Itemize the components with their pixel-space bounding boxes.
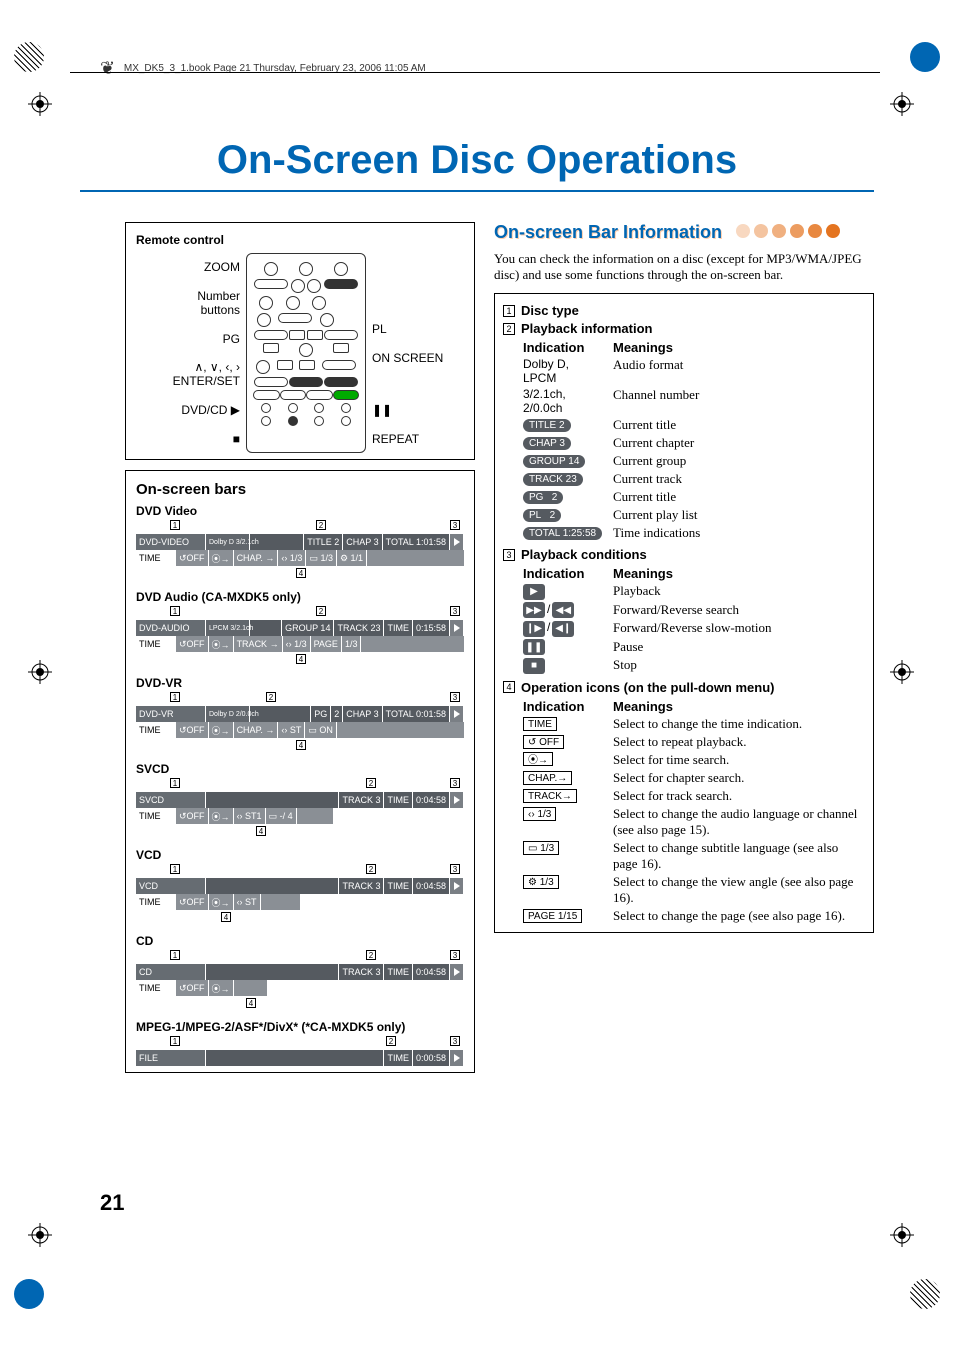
bar-file-title: MPEG-1/MPEG-2/ASF*/DivX* (*CA-MXDK5 only… [136, 1020, 464, 1034]
table-playback-conditions: ▶Playback ▶▶/◀◀Forward/Reverse search❙▶/◀… [503, 583, 865, 674]
enter-set-label: ENTER/SET [173, 374, 240, 388]
table-row: GROUP 14Current group [503, 453, 865, 469]
header-rule [70, 72, 880, 73]
arrows-label: ∧, ∨, ‹, › [194, 360, 240, 374]
corner-hatch-tr [910, 42, 940, 72]
corner-hatch-br [910, 1279, 940, 1309]
number-buttons-label-2: buttons [201, 303, 240, 317]
table-row: ↺ OFFSelect to repeat playback. [503, 734, 865, 750]
table-row: Dolby D,LPCMAudio format [503, 357, 865, 385]
table-row: ‹› 1/3Select to change the audio languag… [503, 806, 865, 838]
remote-right-callouts: PL ON SCREEN ❚❚ REPEAT [366, 253, 443, 453]
table-row: 3/2.1ch,2/0.0chChannel number [503, 387, 865, 415]
repeat-label: REPEAT [372, 432, 419, 446]
table-row: ❚❚Pause [503, 639, 865, 656]
remote-diagram [246, 253, 366, 453]
registration-mark-right [890, 660, 926, 696]
section-heading-bar-info: On-screen Bar Information [494, 222, 874, 243]
page-number: 21 [100, 1190, 124, 1216]
remote-control-panel: Remote control ZOOM Number buttons PG ∧,… [125, 222, 475, 460]
heading-dots [732, 222, 840, 243]
sec-num-2: 2 [503, 323, 515, 335]
sec2-title: Playback information [521, 321, 652, 336]
table-row: TITLE 2Current title [503, 417, 865, 433]
bar-dvd-vr-title: DVD-VR [136, 676, 464, 690]
col-meanings-4: Meanings [613, 699, 865, 714]
bar-svcd-title: SVCD [136, 762, 464, 776]
table-row: ■Stop [503, 657, 865, 674]
on-screen-bars-panel: On-screen bars DVD Video 123 DVD-VIDEO D… [125, 470, 475, 1073]
corner-hatch-tl [14, 42, 44, 72]
table-row: ▶▶/◀◀Forward/Reverse search [503, 602, 865, 619]
zoom-label: ZOOM [204, 260, 240, 274]
table-playback-info: Dolby D,LPCMAudio format3/2.1ch,2/0.0chC… [503, 357, 865, 541]
col-indication-4: Indication [503, 699, 613, 714]
dvd-cd-label: DVD/CD ▶ [181, 403, 240, 417]
table-row: ▭ 1/3Select to change subtitle language … [503, 840, 865, 872]
col-indication: Indication [503, 340, 613, 355]
table-row: TRACK→Select for track search. [503, 788, 865, 804]
book-page-header: ❦ MX_DK5_3_1.book Page 21 Thursday, Febr… [100, 58, 426, 79]
table-row: ❙▶/◀❙Forward/Reverse slow-motion [503, 620, 865, 637]
bar-cd-title: CD [136, 934, 464, 948]
page-title: On-Screen Disc Operations [0, 138, 954, 183]
table-row: ⦿→Select for time search. [503, 752, 865, 768]
sec-num-3: 3 [503, 549, 515, 561]
col-indication-3: Indication [503, 566, 613, 581]
bar-file: MPEG-1/MPEG-2/ASF*/DivX* (*CA-MXDK5 only… [136, 1020, 464, 1066]
table-row: PG 2Current title [503, 489, 865, 505]
sec4-title: Operation icons (on the pull-down menu) [521, 680, 775, 695]
table-row: PL 2Current play list [503, 507, 865, 523]
table-operation-icons: TIMESelect to change the time indication… [503, 716, 865, 924]
col-meanings: Meanings [613, 340, 865, 355]
sec1-title: Disc type [521, 303, 579, 318]
sec3-title: Playback conditions [521, 547, 647, 562]
remote-left-callouts: ZOOM Number buttons PG ∧, ∨, ‹, › ENTER/… [136, 253, 246, 453]
bar-dvd-video: DVD Video 123 DVD-VIDEO Dolby D 3/2.1ch … [136, 504, 464, 580]
table-row: CHAP 3Current chapter [503, 435, 865, 451]
number-buttons-label-1: Number [197, 289, 240, 303]
table-row: CHAP.→Select for chapter search. [503, 770, 865, 786]
bar-dvd-audio-title: DVD Audio (CA-MXDK5 only) [136, 590, 464, 604]
registration-mark-tl [28, 92, 64, 128]
table-row: TOTAL 1:25:58Time indications [503, 525, 865, 541]
table-row: ▶Playback [503, 583, 865, 600]
intro-text: You can check the information on a disc … [494, 251, 874, 283]
on-screen-label: ON SCREEN [372, 351, 443, 365]
on-screen-bars-title: On-screen bars [136, 481, 464, 498]
registration-mark-left [28, 660, 64, 696]
table-row: TIMESelect to change the time indication… [503, 716, 865, 732]
bar-cd: CD 123 CD TRACK 3 TIME 0:04:58 TIME ↺OFF… [136, 934, 464, 1010]
table-row: TRACK 23Current track [503, 471, 865, 487]
bar-dvd-video-title: DVD Video [136, 504, 464, 518]
info-table: 1 Disc type 2 Playback information Indicat… [494, 293, 874, 933]
table-row: PAGE 1/15Select to change the page (see … [503, 908, 865, 924]
pg-label: PG [223, 332, 240, 346]
registration-mark-bl [28, 1223, 64, 1259]
bar-vcd-title: VCD [136, 848, 464, 862]
stop-label: ■ [233, 432, 240, 446]
pause-label: ❚❚ [372, 403, 392, 417]
bar-vcd: VCD 123 VCD TRACK 3 TIME 0:04:58 TIME ↺O… [136, 848, 464, 924]
col-meanings-3: Meanings [613, 566, 865, 581]
sec-num-4: 4 [503, 681, 515, 693]
pl-label: PL [372, 322, 387, 336]
corner-hatch-bl [14, 1279, 44, 1309]
bar-svcd: SVCD 123 SVCD TRACK 3 TIME 0:04:58 TIME … [136, 762, 464, 838]
remote-control-label: Remote control [136, 233, 464, 247]
table-row: ⚙ 1/3Select to change the view angle (se… [503, 874, 865, 906]
sec-num-1: 1 [503, 305, 515, 317]
registration-mark-tr [890, 92, 926, 128]
bar-dvd-audio: DVD Audio (CA-MXDK5 only) 123 DVD-AUDIO … [136, 590, 464, 666]
title-underline [80, 190, 874, 192]
bar-dvd-vr: DVD-VR 123 DVD-VR Dolby D 2/0.0ch PG 2 C… [136, 676, 464, 752]
registration-mark-br [890, 1223, 926, 1259]
